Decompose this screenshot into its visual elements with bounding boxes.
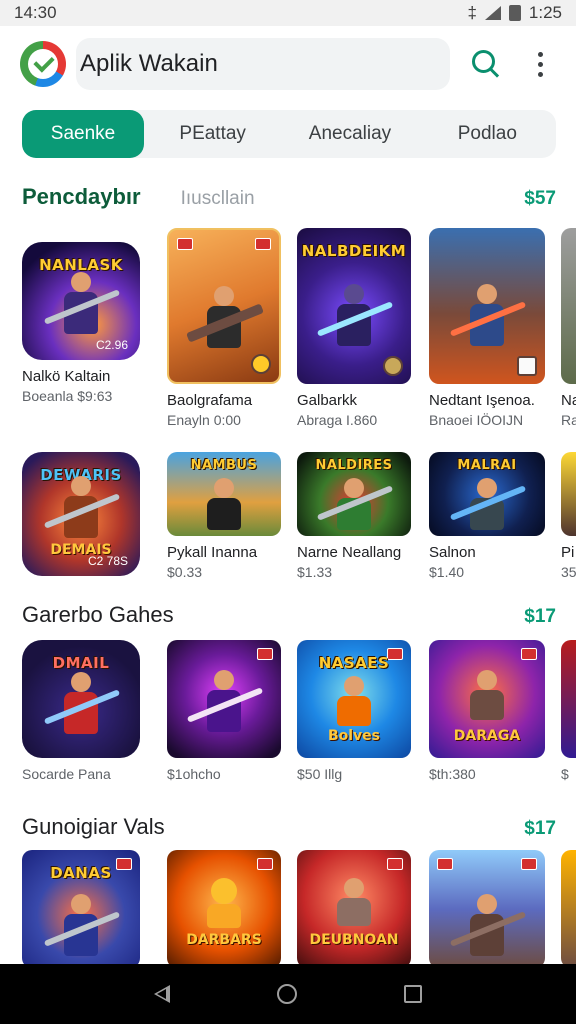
- more-vert-icon[interactable]: [528, 44, 552, 84]
- app-icon: [167, 228, 281, 384]
- app-price: Enayln 0:00: [167, 412, 241, 428]
- tab-podlao[interactable]: Podlao: [419, 110, 556, 158]
- app-price: $0.33: [167, 564, 203, 580]
- section-more-link[interactable]: $17: [524, 818, 556, 840]
- app-row: NANLASK C2.96 Nalkö Kaltain Boeanla $9:6…: [0, 228, 576, 438]
- app-icon: NAMBUS: [167, 452, 281, 536]
- app-name: Nedtant Işenoa.: [429, 392, 535, 409]
- home-icon[interactable]: [276, 984, 297, 1004]
- status-bar: 14:30 ‡ 1:25: [0, 0, 576, 26]
- app-icon: DARAGA: [429, 640, 545, 758]
- app-price: $1.40: [429, 564, 465, 580]
- app-card[interactable]: Nedtant Işenoa. Bnaoei IÖOIJN: [429, 228, 545, 428]
- app-name: Nalkö Kaltain: [22, 368, 111, 385]
- app-name: Baolgrafama: [167, 392, 253, 409]
- app-price: $1.33: [297, 564, 333, 580]
- app-card[interactable]: Pi 35: [561, 452, 576, 580]
- search-input-text: Aplik Wakain: [80, 50, 218, 77]
- status-right-text: 1:25: [528, 3, 562, 22]
- app-card[interactable]: DANAS: [22, 850, 140, 964]
- app-name: Socarde Pana: [22, 766, 111, 782]
- tab-anecaliay[interactable]: Anecaliay: [281, 110, 418, 158]
- section-title: Gunoigiar Vals: [22, 814, 165, 839]
- top-app-bar: Aplik Wakain: [0, 26, 576, 102]
- search-icon[interactable]: [466, 44, 506, 84]
- app-card[interactable]: [561, 850, 576, 964]
- search-input[interactable]: Aplik Wakain: [76, 38, 450, 90]
- recent-apps-icon[interactable]: [404, 985, 423, 1003]
- app-icon: [167, 640, 281, 758]
- app-row: DMAIL Socarde Pana $1ohcho NASAES Bolves…: [0, 640, 576, 790]
- tab-saenke[interactable]: Saenke: [22, 110, 144, 158]
- category-tabs: Saenke PEattay Anecaliay Podlao: [22, 110, 556, 158]
- app-icon: DMAIL: [22, 640, 140, 758]
- app-card[interactable]: Baolgrafama Enayln 0:00: [167, 228, 281, 428]
- app-card[interactable]: DARAGA $th:380: [429, 640, 545, 782]
- app-name: $th:380: [429, 766, 476, 782]
- app-card[interactable]: NALBDEIKM Galbarkk Abraga I.860: [297, 228, 411, 428]
- status-time: 14:30: [14, 3, 57, 22]
- battery-icon: [508, 5, 521, 21]
- app-icon: NALDIRES: [297, 452, 411, 536]
- section-more-link[interactable]: $57: [524, 188, 556, 210]
- app-card[interactable]: NANLASK C2.96 Nalkö Kaltain Boeanla $9:6…: [22, 228, 140, 404]
- app-price: Ra: [561, 412, 576, 428]
- status-icons: ‡ 1:25: [467, 3, 562, 23]
- app-icon: DARBARS: [167, 850, 281, 964]
- app-card[interactable]: DEWARIS DEMAIS C2 78S: [22, 452, 140, 576]
- app-name: Galbarkk: [297, 392, 358, 409]
- app-logo[interactable]: [20, 41, 66, 87]
- app-card[interactable]: DMAIL Socarde Pana: [22, 640, 140, 782]
- app-icon: NALBDEIKM: [297, 228, 411, 384]
- app-card[interactable]: NALDIRES Narne Neallang $1.33: [297, 452, 411, 580]
- app-card[interactable]: DEUBNOAN: [297, 850, 411, 964]
- app-row: DANAS DARBARS DEUBNOAN: [0, 850, 576, 964]
- tab-peattay[interactable]: PEattay: [144, 110, 281, 158]
- app-price: Boeanla $9:63: [22, 388, 113, 404]
- app-icon: DEWARIS DEMAIS C2 78S: [22, 452, 140, 576]
- signal-icon: [484, 6, 501, 20]
- app-icon: NANLASK C2.96: [22, 242, 140, 360]
- app-name: Na: [561, 392, 576, 409]
- section-header: Pencdaybır Iıuscllain $57: [22, 184, 556, 210]
- app-icon: [561, 850, 576, 964]
- section-title: Garerbo Gahes: [22, 602, 174, 627]
- app-price: Abraga I.860: [297, 412, 378, 428]
- app-card[interactable]: MALRAI Salnon $1.40: [429, 452, 545, 580]
- section-title: Pencdaybır: [22, 184, 141, 209]
- app-name: $: [561, 766, 569, 782]
- app-icon: MALRAI: [429, 452, 545, 536]
- app-price: Bnaoei IÖOIJN: [429, 412, 524, 428]
- app-icon: [561, 228, 576, 384]
- app-row: DEWARIS DEMAIS C2 78S NAMBUS Pykall Inan…: [0, 452, 576, 592]
- app-icon: DEUBNOAN: [297, 850, 411, 964]
- app-card[interactable]: Na Ra: [561, 228, 576, 428]
- app-icon: [561, 640, 576, 758]
- app-card[interactable]: $1ohcho: [167, 640, 281, 782]
- app-icon: [429, 228, 545, 384]
- back-icon[interactable]: [153, 985, 170, 1003]
- app-icon: DANAS: [22, 850, 140, 964]
- app-name: Pi: [561, 544, 575, 561]
- section-header: Gunoigiar Vals $17: [22, 814, 556, 840]
- app-card[interactable]: NASAES Bolves $50 Illg: [297, 640, 411, 782]
- app-name: $50 Illg: [297, 766, 343, 782]
- section-more-link[interactable]: $17: [524, 606, 556, 628]
- app-card[interactable]: [429, 850, 545, 964]
- app-name: Pykall Inanna: [167, 544, 258, 561]
- system-nav-bar: [0, 964, 576, 1024]
- app-name: $1ohcho: [167, 766, 221, 782]
- app-icon: [429, 850, 545, 964]
- app-name: Salnon: [429, 544, 476, 561]
- app-card[interactable]: $: [561, 640, 576, 782]
- section-header: Garerbo Gahes $17: [22, 602, 556, 628]
- app-card[interactable]: NAMBUS Pykall Inanna $0.33: [167, 452, 281, 580]
- bluetooth-icon: ‡: [467, 3, 477, 22]
- app-card[interactable]: DARBARS: [167, 850, 281, 964]
- app-icon: [561, 452, 576, 536]
- app-price: 35: [561, 564, 576, 580]
- app-name: Narne Neallang: [297, 544, 402, 561]
- app-icon: NASAES Bolves: [297, 640, 411, 758]
- section-subtitle[interactable]: Iıuscllain: [181, 188, 255, 210]
